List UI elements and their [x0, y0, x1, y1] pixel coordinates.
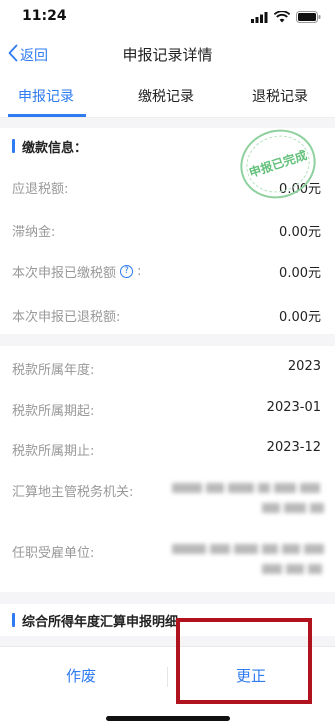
paid-tax-label-colon: : [137, 264, 142, 279]
signal-icon [251, 11, 268, 23]
battery-icon [296, 11, 321, 23]
period-end-label: 税款所属期止: [12, 444, 95, 459]
tax-year-row: 税款所属年度: 2023 [0, 346, 335, 388]
paid-tax-row: 本次申报已缴税额 ? : 0.00元 [0, 250, 335, 292]
employer-label: 任职受雇单位: [12, 546, 95, 561]
bottom-divider [167, 667, 168, 687]
refunded-tax-value: 0.00元 [279, 310, 321, 325]
late-fee-row: 滞纳金: 0.00元 [0, 208, 335, 250]
late-fee-label: 滞纳金: [12, 225, 56, 240]
tax-authority-label: 汇算地主管税务机关: [12, 485, 134, 500]
period-start-label: 税款所属期起: [12, 404, 95, 419]
detail-section-title: 综合所得年度汇算申报明细 [22, 615, 179, 630]
redacted-value [172, 483, 320, 493]
redacted-value [262, 503, 324, 513]
tab-bar: 申报记录 缴税记录 退税记录 [0, 76, 335, 118]
page-title: 申报记录详情 [122, 46, 213, 64]
help-icon[interactable]: ? [120, 265, 134, 278]
status-icons [251, 10, 321, 24]
payment-section-title: 缴款信息： [22, 141, 88, 156]
refund-amount-label: 应退税额: [12, 182, 69, 197]
redacted-value [262, 564, 322, 574]
status-bar: 11:24 [0, 0, 335, 34]
paid-tax-label-text: 本次申报已缴税额 [12, 266, 117, 281]
tax-authority-row: 汇算地主管税务机关: [0, 468, 335, 528]
late-fee-value: 0.00元 [279, 225, 321, 240]
status-time: 11:24 [22, 8, 67, 24]
refunded-tax-row: 本次申报已退税额: 0.00元 [0, 292, 335, 334]
tab-payment-records[interactable]: 缴税记录 [138, 86, 194, 106]
section-gap [0, 592, 335, 604]
refunded-tax-label: 本次申报已退税额: [12, 310, 121, 325]
home-indicator [106, 716, 230, 721]
redacted-value [172, 544, 324, 554]
period-end-value: 2023-12 [266, 440, 321, 455]
paid-tax-label: 本次申报已缴税额 ? : [12, 262, 141, 281]
navbar: 返回 申报记录详情 [0, 34, 335, 74]
section-accent-bar [12, 139, 15, 153]
section-gap [0, 334, 335, 346]
tax-year-label: 税款所属年度: [12, 363, 95, 378]
period-start-row: 税款所属期起: 2023-01 [0, 388, 335, 428]
active-tab-indicator [8, 114, 86, 117]
paid-tax-value: 0.00元 [279, 266, 321, 281]
employer-row: 任职受雇单位: [0, 528, 335, 592]
wifi-icon [274, 11, 290, 23]
highlight-box [176, 618, 312, 704]
tab-declaration-records[interactable]: 申报记录 [18, 86, 74, 106]
period-end-row: 税款所属期止: 2023-12 [0, 428, 335, 468]
tab-refund-records[interactable]: 退税记录 [252, 86, 308, 106]
tax-year-value: 2023 [287, 359, 321, 374]
period-start-value: 2023-01 [266, 400, 321, 415]
section-accent-bar [12, 613, 15, 627]
void-button[interactable]: 作废 [66, 665, 96, 686]
